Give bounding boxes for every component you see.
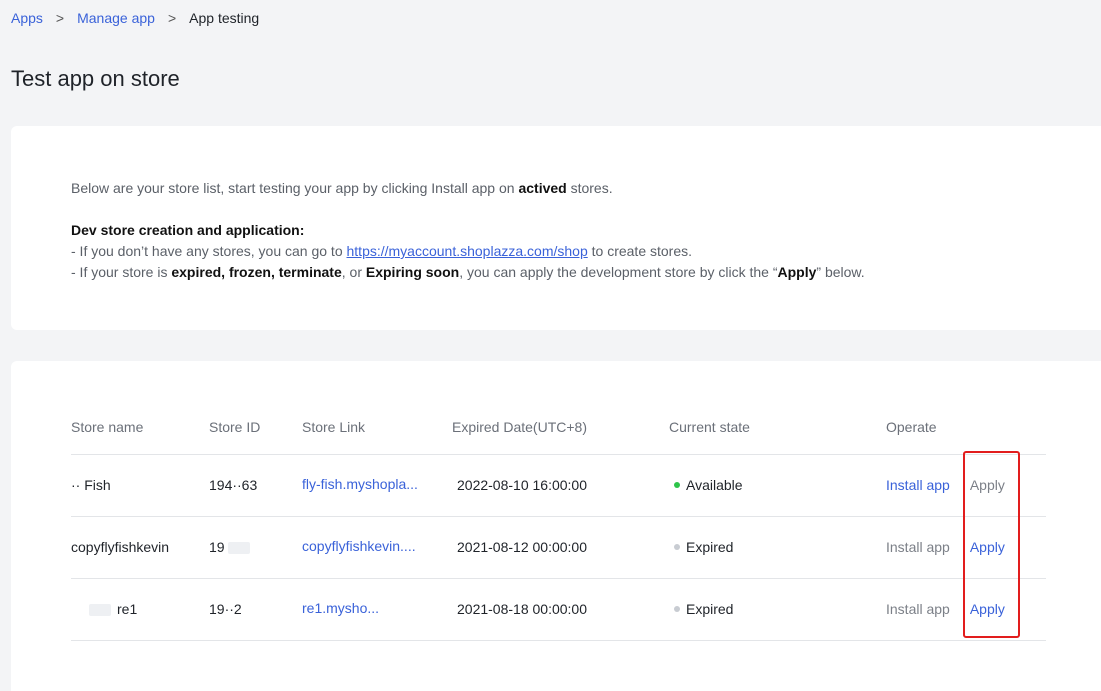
store-name-text: re1 (117, 601, 138, 617)
expired-date-cell: 2021-08-18 00:00:00 (452, 578, 669, 641)
store-name-cell: ·· Fish (71, 454, 209, 517)
redacted-block (89, 604, 111, 617)
store-id-cell: 19··2 (209, 578, 302, 641)
info-line-1-text: Below are your store list, start testing… (71, 180, 519, 196)
expired-date-cell: 2021-08-12 00:00:00 (452, 516, 669, 579)
info-line-3-mid-2: , you can apply the development store by… (459, 264, 778, 280)
breadcrumb-separator: > (55, 10, 65, 26)
store-link-cell: copyflyfishkevin.... (302, 516, 452, 579)
create-store-link[interactable]: https://myaccount.shoplazza.com/shop (347, 243, 588, 259)
expired-date-cell: 2022-08-10 16:00:00 (452, 454, 669, 517)
store-id-cell: 194··63 (209, 454, 302, 517)
column-header-expired-date: Expired Date(UTC+8) (452, 401, 669, 455)
apply-button[interactable]: Apply (970, 539, 1005, 555)
info-line-3: - If your store is expired, frozen, term… (71, 262, 865, 283)
store-id-cell: 19 (209, 516, 302, 579)
operate-cell: Install app Apply (886, 454, 1046, 517)
current-state-cell: Available (669, 454, 886, 517)
info-line-3-suffix: ” below. (816, 264, 865, 280)
info-line-1-suffix: stores. (566, 180, 613, 196)
store-link-cell: re1.mysho... (302, 578, 452, 641)
info-line-1: Below are your store list, start testing… (71, 178, 865, 199)
info-line-1-bold: actived (518, 180, 567, 196)
install-app-button[interactable]: Install app (886, 539, 950, 555)
page-title: Test app on store (11, 66, 180, 91)
breadcrumb: Apps > Manage app > App testing (11, 10, 259, 26)
table-row: ·· Fish 194··63 fly-fish.myshopla... 202… (71, 454, 1046, 517)
info-card: Below are your store list, start testing… (11, 126, 1101, 330)
status-dot-icon (674, 482, 680, 489)
column-header-store-id: Store ID (209, 401, 302, 455)
info-line-2-text: - If you don’t have any stores, you can … (71, 243, 347, 259)
install-app-button[interactable]: Install app (886, 477, 950, 493)
column-header-current-state: Current state (669, 401, 886, 455)
store-id-text: 19 (209, 539, 225, 555)
info-line-3-text: - If your store is (71, 264, 172, 280)
status-text: Available (686, 477, 743, 493)
install-app-button[interactable]: Install app (886, 601, 950, 617)
stores-table: Store name Store ID Store Link Expired D… (71, 401, 1046, 641)
column-header-store-name: Store name (71, 401, 209, 455)
breadcrumb-manage-app-link[interactable]: Manage app (77, 10, 155, 26)
operate-cell: Install app Apply (886, 578, 1046, 641)
status-dot-icon (674, 544, 680, 551)
status-text: Expired (686, 601, 734, 617)
store-link[interactable]: copyflyfishkevin.... (302, 538, 416, 554)
store-name-cell: copyflyfishkevin (71, 516, 209, 579)
table-header-row: Store name Store ID Store Link Expired D… (71, 401, 1046, 455)
info-text: Below are your store list, start testing… (71, 178, 865, 283)
apply-button[interactable]: Apply (970, 477, 1005, 493)
info-heading: Dev store creation and application: (71, 222, 305, 238)
breadcrumb-apps-link[interactable]: Apps (11, 10, 43, 26)
column-header-store-link: Store Link (302, 401, 452, 455)
info-line-3-bold-2: Expiring soon (365, 264, 460, 280)
table-row: copyflyfishkevin 19 copyflyfishkevin....… (71, 516, 1046, 579)
info-line-3-bold-1: expired, frozen, terminate (171, 264, 342, 280)
current-state-cell: Expired (669, 578, 886, 641)
store-name-cell: re1 (71, 578, 209, 641)
store-link[interactable]: fly-fish.myshopla... (302, 476, 418, 492)
stores-card: Store name Store ID Store Link Expired D… (11, 361, 1101, 691)
redacted-block (228, 542, 251, 555)
store-link[interactable]: re1.mysho... (302, 600, 379, 616)
store-link-cell: fly-fish.myshopla... (302, 454, 452, 517)
apply-button[interactable]: Apply (970, 601, 1005, 617)
table-row: re1 19··2 re1.mysho... 2021-08-18 00:00:… (71, 578, 1046, 641)
column-header-operate: Operate (886, 401, 1046, 455)
operate-cell: Install app Apply (886, 516, 1046, 579)
current-state-cell: Expired (669, 516, 886, 579)
info-line-2-suffix: to create stores. (587, 243, 693, 259)
breadcrumb-current: App testing (189, 10, 260, 26)
status-text: Expired (686, 539, 734, 555)
info-line-2: - If you don’t have any stores, you can … (71, 241, 865, 262)
info-line-3-mid-1: , or (341, 264, 366, 280)
status-dot-icon (674, 606, 680, 613)
breadcrumb-separator: > (167, 10, 177, 26)
info-line-3-bold-3: Apply (777, 264, 817, 280)
